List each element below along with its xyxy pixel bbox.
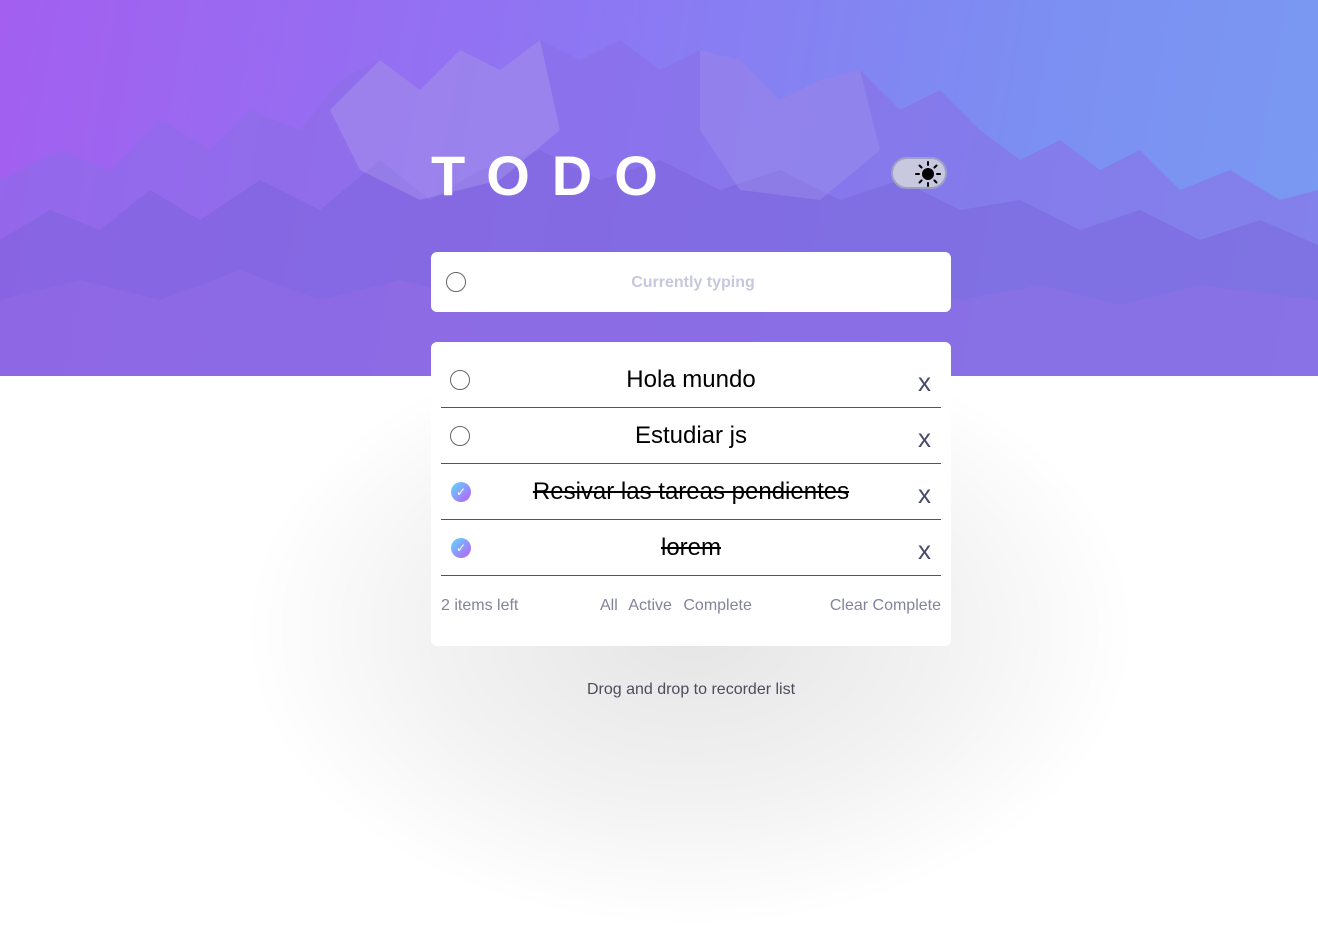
todo-text: Resivar las tareas pendientes <box>532 478 850 505</box>
todo-text: lorem <box>660 534 721 561</box>
todo-list: Hola mundo x Estudiar js x ✓ Resivar las… <box>431 342 951 646</box>
sun-icon <box>915 161 941 187</box>
items-left-count: 2 items left <box>441 597 519 614</box>
delete-button[interactable]: x <box>918 530 931 570</box>
delete-button[interactable]: x <box>918 474 931 514</box>
filter-group: All Active Complete <box>600 594 759 618</box>
todo-checkbox[interactable] <box>450 426 470 446</box>
page-title: TODO <box>431 144 680 207</box>
todo-checkbox-checked[interactable]: ✓ <box>451 482 471 502</box>
todo-checkbox[interactable] <box>450 370 470 390</box>
list-item[interactable]: ✓ lorem x <box>441 520 941 576</box>
filter-complete[interactable]: Complete <box>683 597 751 614</box>
theme-toggle[interactable] <box>891 157 947 189</box>
todo-text: Hola mundo <box>626 366 756 393</box>
filter-all[interactable]: All <box>600 597 618 614</box>
new-todo-input[interactable] <box>481 262 905 304</box>
new-todo-checkbox[interactable] <box>446 272 466 292</box>
drag-drop-hint: Drog and drop to recorder list <box>586 681 796 698</box>
list-item[interactable]: ✓ Resivar las tareas pendientes x <box>441 464 941 520</box>
checkmark-icon: ✓ <box>455 485 467 499</box>
todo-text: Estudiar js <box>634 422 748 449</box>
checkmark-icon: ✓ <box>455 541 467 555</box>
todo-checkbox-checked[interactable]: ✓ <box>451 538 471 558</box>
delete-button[interactable]: x <box>918 362 931 402</box>
list-footer: 2 items left All Active Complete Clear C… <box>441 594 941 618</box>
clear-complete-button[interactable]: Clear Complete <box>830 594 941 618</box>
list-item[interactable]: Estudiar js x <box>441 408 941 464</box>
filter-active[interactable]: Active <box>628 597 672 614</box>
delete-button[interactable]: x <box>918 418 931 458</box>
list-item[interactable]: Hola mundo x <box>441 352 941 408</box>
new-todo-form <box>431 252 951 312</box>
